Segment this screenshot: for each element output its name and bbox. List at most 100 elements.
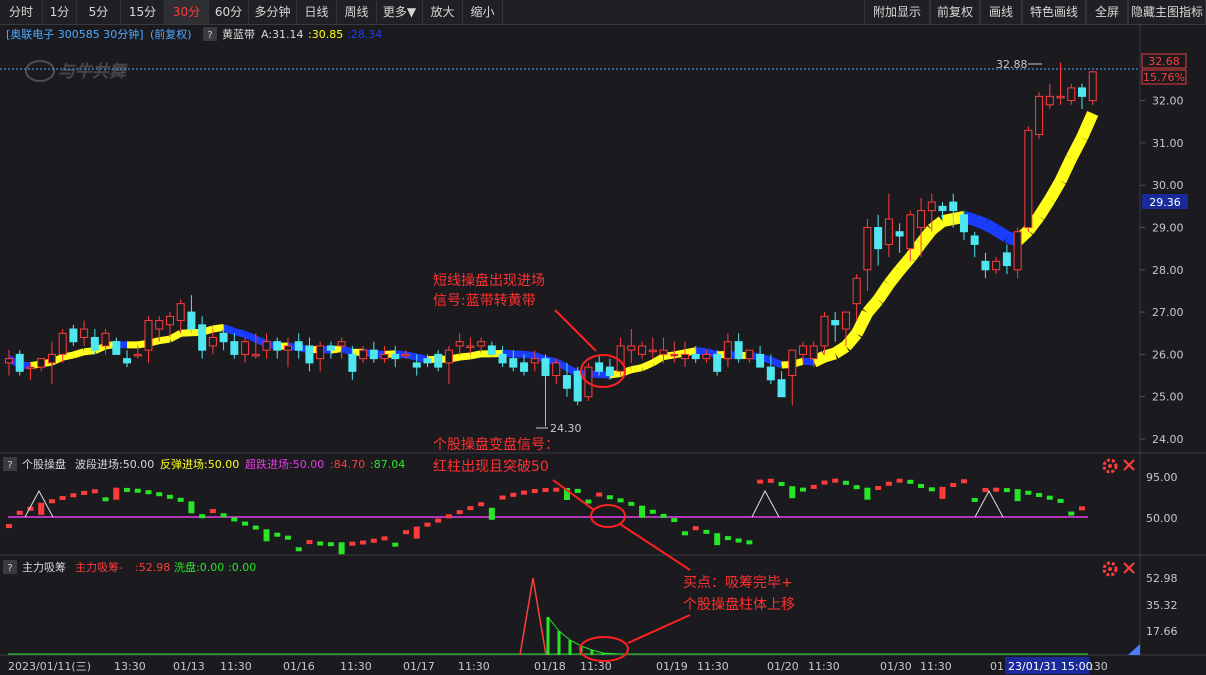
band-segment <box>212 323 225 333</box>
x-tail-label: :30 <box>1090 660 1108 673</box>
band-segment <box>769 357 783 369</box>
panel1-bar <box>1046 495 1053 500</box>
panel1-bar <box>16 510 23 515</box>
x-tick-label: 01/19 <box>656 660 688 673</box>
tab-分时[interactable]: 分时 <box>0 0 43 24</box>
band-segment <box>895 253 915 275</box>
panel1-bar <box>338 542 345 555</box>
stock-chart: [奥联电子 300585 30分钟] (前复权) ? 黄蓝带 A:31.14 :… <box>0 25 1206 675</box>
panel1-name: 个股操盘 <box>22 457 66 471</box>
tab-5分[interactable]: 5分 <box>77 0 121 24</box>
x-tick-label: 01 <box>990 660 1004 673</box>
panel1-bar <box>1068 511 1075 516</box>
panel1-bar <box>832 478 839 483</box>
panel1-bar <box>392 542 399 547</box>
tab-周线[interactable]: 周线 <box>337 0 377 24</box>
panel1-bar <box>864 487 871 500</box>
panel1-bar <box>91 489 98 494</box>
panel1-bar <box>950 482 957 487</box>
panel1-bar <box>242 521 249 526</box>
panel2-name: 主力吸筹 <box>22 560 66 574</box>
band-segment <box>640 359 655 371</box>
tab-60分[interactable]: 60分 <box>209 0 249 24</box>
panel1-bar <box>649 509 656 514</box>
tab-放大[interactable]: 放大 <box>423 0 463 24</box>
x-tick-label: 01/18 <box>534 660 566 673</box>
band-segment <box>222 324 236 335</box>
main-ytick-label: 29.00 <box>1152 222 1184 235</box>
panel1-bar <box>177 497 184 502</box>
panel1-bar <box>1025 490 1032 495</box>
panel1-bar <box>467 506 474 511</box>
tab-更多▼[interactable]: 更多▼ <box>377 0 423 24</box>
stock-label: [奥联电子 300585 30分钟] <box>6 27 144 41</box>
panel1-bar <box>306 540 313 545</box>
panel1-b: 反弹进场:50.00 <box>160 457 239 471</box>
panel1-bar <box>360 540 367 545</box>
x-tick-label: 11:30 <box>808 660 840 673</box>
toolbar-全屏[interactable]: 全屏 <box>1086 0 1128 24</box>
band-segment <box>928 216 947 235</box>
toolbar-画线[interactable]: 画线 <box>980 0 1022 24</box>
panel1-bar <box>435 518 442 523</box>
tab-15分[interactable]: 15分 <box>121 0 165 24</box>
panel1-bar <box>628 501 635 506</box>
panel1-bar <box>413 526 420 539</box>
panel1-ytick-95: 95.00 <box>1146 471 1178 484</box>
panel1-bar <box>134 488 141 493</box>
panel1-bar <box>521 490 528 495</box>
toolbar-前复权[interactable]: 前复权 <box>930 0 980 24</box>
panel1-bar <box>789 486 796 499</box>
panel1-bar <box>810 484 817 489</box>
indicator-b: :30.85 <box>308 28 343 41</box>
panel1-bar <box>553 487 560 492</box>
panel1-bar <box>746 540 753 545</box>
panel1-ytick-50: 50.00 <box>1146 512 1178 525</box>
period-toolbar: 分时 1分 5分 15分 30分 60分 多分钟 日线 周线 更多▼ 放大 缩小 附加显示 前复权 画线 特色… <box>0 0 1206 25</box>
panel1-bar <box>585 499 592 504</box>
panel2-ytick-2: 35.32 <box>1146 599 1178 612</box>
high-label: 32.88 <box>996 58 1028 71</box>
tab-30分[interactable]: 30分 <box>165 0 209 24</box>
panel1-d: :84.70 <box>330 458 365 471</box>
panel2-d: :0.00 <box>228 561 256 574</box>
x-tick-label: 13:30 <box>114 660 146 673</box>
panel1-bar <box>960 479 967 484</box>
toolbar-隐藏主图指标[interactable]: 隐藏主图指标 <box>1128 0 1206 24</box>
panel1-bar <box>542 488 549 493</box>
band-segment <box>684 347 697 357</box>
tab-多分钟[interactable]: 多分钟 <box>249 0 297 24</box>
panel1-bar <box>617 498 624 503</box>
x-tick-label: 11:30 <box>920 660 952 673</box>
tab-缩小[interactable]: 缩小 <box>463 0 503 24</box>
panel1-bar <box>317 541 324 546</box>
panel1-bar <box>574 488 581 493</box>
toolbar-特色画线[interactable]: 特色画线 <box>1022 0 1086 24</box>
pct-change-label: 15.76% <box>1143 71 1185 84</box>
panel1-bar <box>735 538 742 543</box>
panel1-bar <box>767 478 774 483</box>
tab-日线[interactable]: 日线 <box>297 0 337 24</box>
panel1-bar <box>885 481 892 486</box>
panel1-bar <box>821 480 828 485</box>
band-segment <box>523 350 536 359</box>
band-segment <box>972 214 988 230</box>
panel1-bar <box>778 481 785 486</box>
panel1-e: :87.04 <box>370 458 405 471</box>
x-tick-label: 11:30 <box>697 660 729 673</box>
panel1-bar <box>59 496 66 501</box>
panel2-help-mark: ? <box>7 563 12 574</box>
main-ytick-label: 24.00 <box>1152 433 1184 446</box>
tab-1分[interactable]: 1分 <box>43 0 77 24</box>
panel1-bar <box>327 542 334 547</box>
toolbar-附加显示[interactable]: 附加显示 <box>864 0 930 24</box>
band-segment <box>83 347 96 356</box>
panel1-bar <box>724 536 731 541</box>
x-tick-label: 11:30 <box>458 660 490 673</box>
band-price-label: 29.36 <box>1149 196 1181 209</box>
panel1-bar <box>928 487 935 492</box>
panel1-bar <box>252 525 259 530</box>
band-segment <box>502 349 514 358</box>
panel1-bar <box>231 517 238 522</box>
band-segment <box>884 266 905 288</box>
